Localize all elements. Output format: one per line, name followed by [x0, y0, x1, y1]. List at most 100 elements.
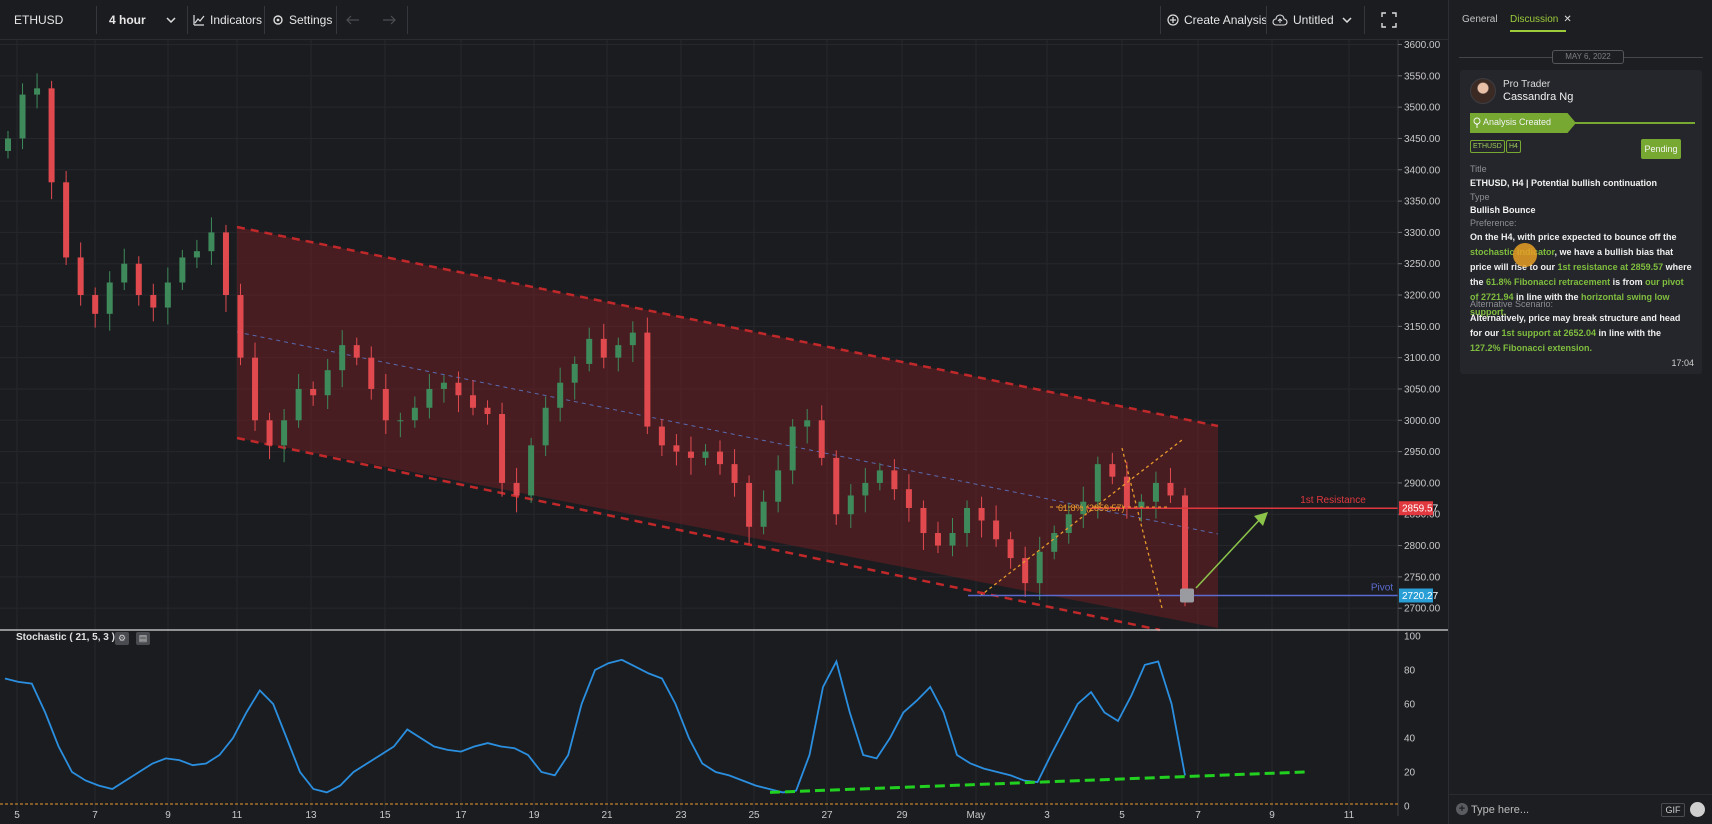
tab-general[interactable]: General — [1462, 14, 1498, 25]
type-label: Type — [1470, 192, 1490, 202]
candle-body — [891, 470, 898, 490]
cursor-highlight — [1513, 243, 1537, 267]
app-window: ETHUSD 4 hour Indicators Settings Create… — [0, 0, 1712, 824]
stochastic-line — [4, 658, 1186, 794]
candle — [19, 83, 26, 150]
candle — [222, 224, 229, 312]
redo-icon[interactable] — [382, 15, 396, 25]
candle-body — [717, 451, 724, 465]
trash-icon[interactable]: ▤ — [136, 632, 150, 645]
time-tick-label: 3 — [1044, 810, 1050, 821]
candle-body — [1094, 464, 1101, 502]
stochastic-tick-label: 100 — [1404, 632, 1421, 643]
fullscreen-icon[interactable] — [1381, 12, 1397, 28]
settings-button[interactable]: Settings — [272, 0, 332, 40]
candle — [179, 249, 186, 291]
toolbar-divider — [264, 6, 265, 34]
date-separator: MAY 6, 2022 — [1459, 50, 1703, 64]
symbol-selector[interactable]: ETHUSD — [14, 0, 63, 40]
symbol-label: ETHUSD — [14, 13, 64, 27]
highlight-text: 1st resistance at 2859.57 — [1557, 262, 1664, 272]
candle-body — [600, 338, 607, 358]
text-run: is from — [1610, 277, 1646, 287]
candle-body — [833, 457, 840, 515]
chart-area[interactable]: 1st Resistance 61.8% (2859.57) Pivot 3600.0… — [0, 40, 1448, 824]
title-value: ETHUSD, H4 | Potential bullish continuat… — [1470, 178, 1658, 188]
author-name[interactable]: Cassandra Ng — [1503, 91, 1573, 103]
candle-body — [77, 257, 84, 296]
time-tick-label: 15 — [379, 810, 391, 821]
highlight-text: 127.2% Fibonacci extension. — [1470, 343, 1593, 353]
indicators-button[interactable]: Indicators — [193, 0, 262, 40]
candle-body — [92, 295, 99, 314]
time-tick-label: 23 — [675, 810, 687, 821]
message-input[interactable] — [1471, 800, 1641, 820]
avatar[interactable] — [1470, 78, 1496, 104]
candle-body — [818, 420, 825, 458]
candle — [208, 217, 215, 265]
candle-body — [19, 94, 26, 139]
toolbar-divider — [1364, 6, 1365, 34]
stochastic-tick-label: 80 — [1404, 666, 1416, 677]
candle — [528, 437, 535, 503]
candle-body — [746, 482, 753, 527]
add-attachment-button[interactable]: + — [1456, 803, 1468, 815]
price-chart[interactable]: 1st Resistance 61.8% (2859.57) Pivot 3600.0… — [0, 40, 1448, 824]
panel-tabs: General Discussion ✕ — [1449, 0, 1712, 38]
time-tick-label: 25 — [748, 810, 760, 821]
candle-body — [164, 282, 171, 308]
candle-body — [615, 345, 622, 358]
pivot-price-text: 2720.27 — [1402, 591, 1439, 602]
candle — [833, 450, 840, 525]
undo-icon[interactable] — [346, 15, 360, 25]
layout-dropdown[interactable]: Untitled — [1272, 0, 1357, 40]
candle — [644, 317, 651, 435]
create-analysis-button[interactable]: Create Analysis — [1167, 0, 1267, 40]
candle-body — [964, 507, 971, 534]
plus-circle-icon — [1167, 14, 1179, 26]
close-icon[interactable]: ✕ — [1563, 14, 1571, 25]
candle-body — [252, 357, 259, 421]
gear-icon[interactable]: ⚙ — [115, 632, 129, 645]
time-tick-label: 21 — [601, 810, 613, 821]
candle-body — [1007, 539, 1014, 559]
candle-body — [135, 263, 142, 296]
candle-body — [426, 388, 433, 408]
candle-body — [876, 470, 883, 483]
time-tick-label: 5 — [1119, 810, 1125, 821]
preference-label: Preference: — [1470, 218, 1517, 228]
status-badge[interactable]: Pending — [1641, 139, 1681, 159]
interval-label: 4 hour — [109, 13, 146, 27]
candle-body — [760, 501, 767, 527]
candle — [499, 402, 506, 497]
candle-body — [237, 295, 244, 358]
price-tick-label: 2700.00 — [1404, 604, 1441, 615]
message-composer: + GIF — [1449, 794, 1712, 824]
time-tick-label: 19 — [528, 810, 540, 821]
candle — [34, 73, 41, 109]
candle — [121, 248, 128, 291]
candle-body — [905, 489, 912, 508]
candle-body — [775, 470, 782, 502]
price-tick-label: 3450.00 — [1404, 134, 1441, 145]
tab-discussion[interactable]: Discussion ✕ — [1510, 14, 1572, 25]
interval-dropdown[interactable]: 4 hour — [109, 0, 179, 40]
candle-body — [295, 388, 302, 421]
type-value: Bullish Bounce — [1470, 205, 1536, 215]
price-tick-label: 3300.00 — [1404, 228, 1441, 239]
toolbar-divider — [1160, 6, 1161, 34]
analysis-created-banner: Analysis Created — [1470, 113, 1695, 133]
candle-body — [1109, 464, 1116, 477]
toolbar-divider — [1266, 6, 1267, 34]
fib-level-label: 61.8% (2859.57) — [1058, 503, 1125, 513]
time-tick-label: 11 — [1344, 810, 1355, 821]
candle-body — [63, 182, 70, 258]
toolbar-divider — [407, 6, 408, 34]
date-pill: MAY 6, 2022 — [1552, 50, 1624, 64]
emoji-icon[interactable] — [1690, 802, 1705, 817]
candle-body — [455, 382, 462, 396]
lightbulb-icon — [1180, 588, 1194, 603]
gif-button[interactable]: GIF — [1661, 803, 1685, 817]
chevron-down-icon — [166, 17, 176, 23]
descending-channel-fill — [237, 227, 1218, 628]
